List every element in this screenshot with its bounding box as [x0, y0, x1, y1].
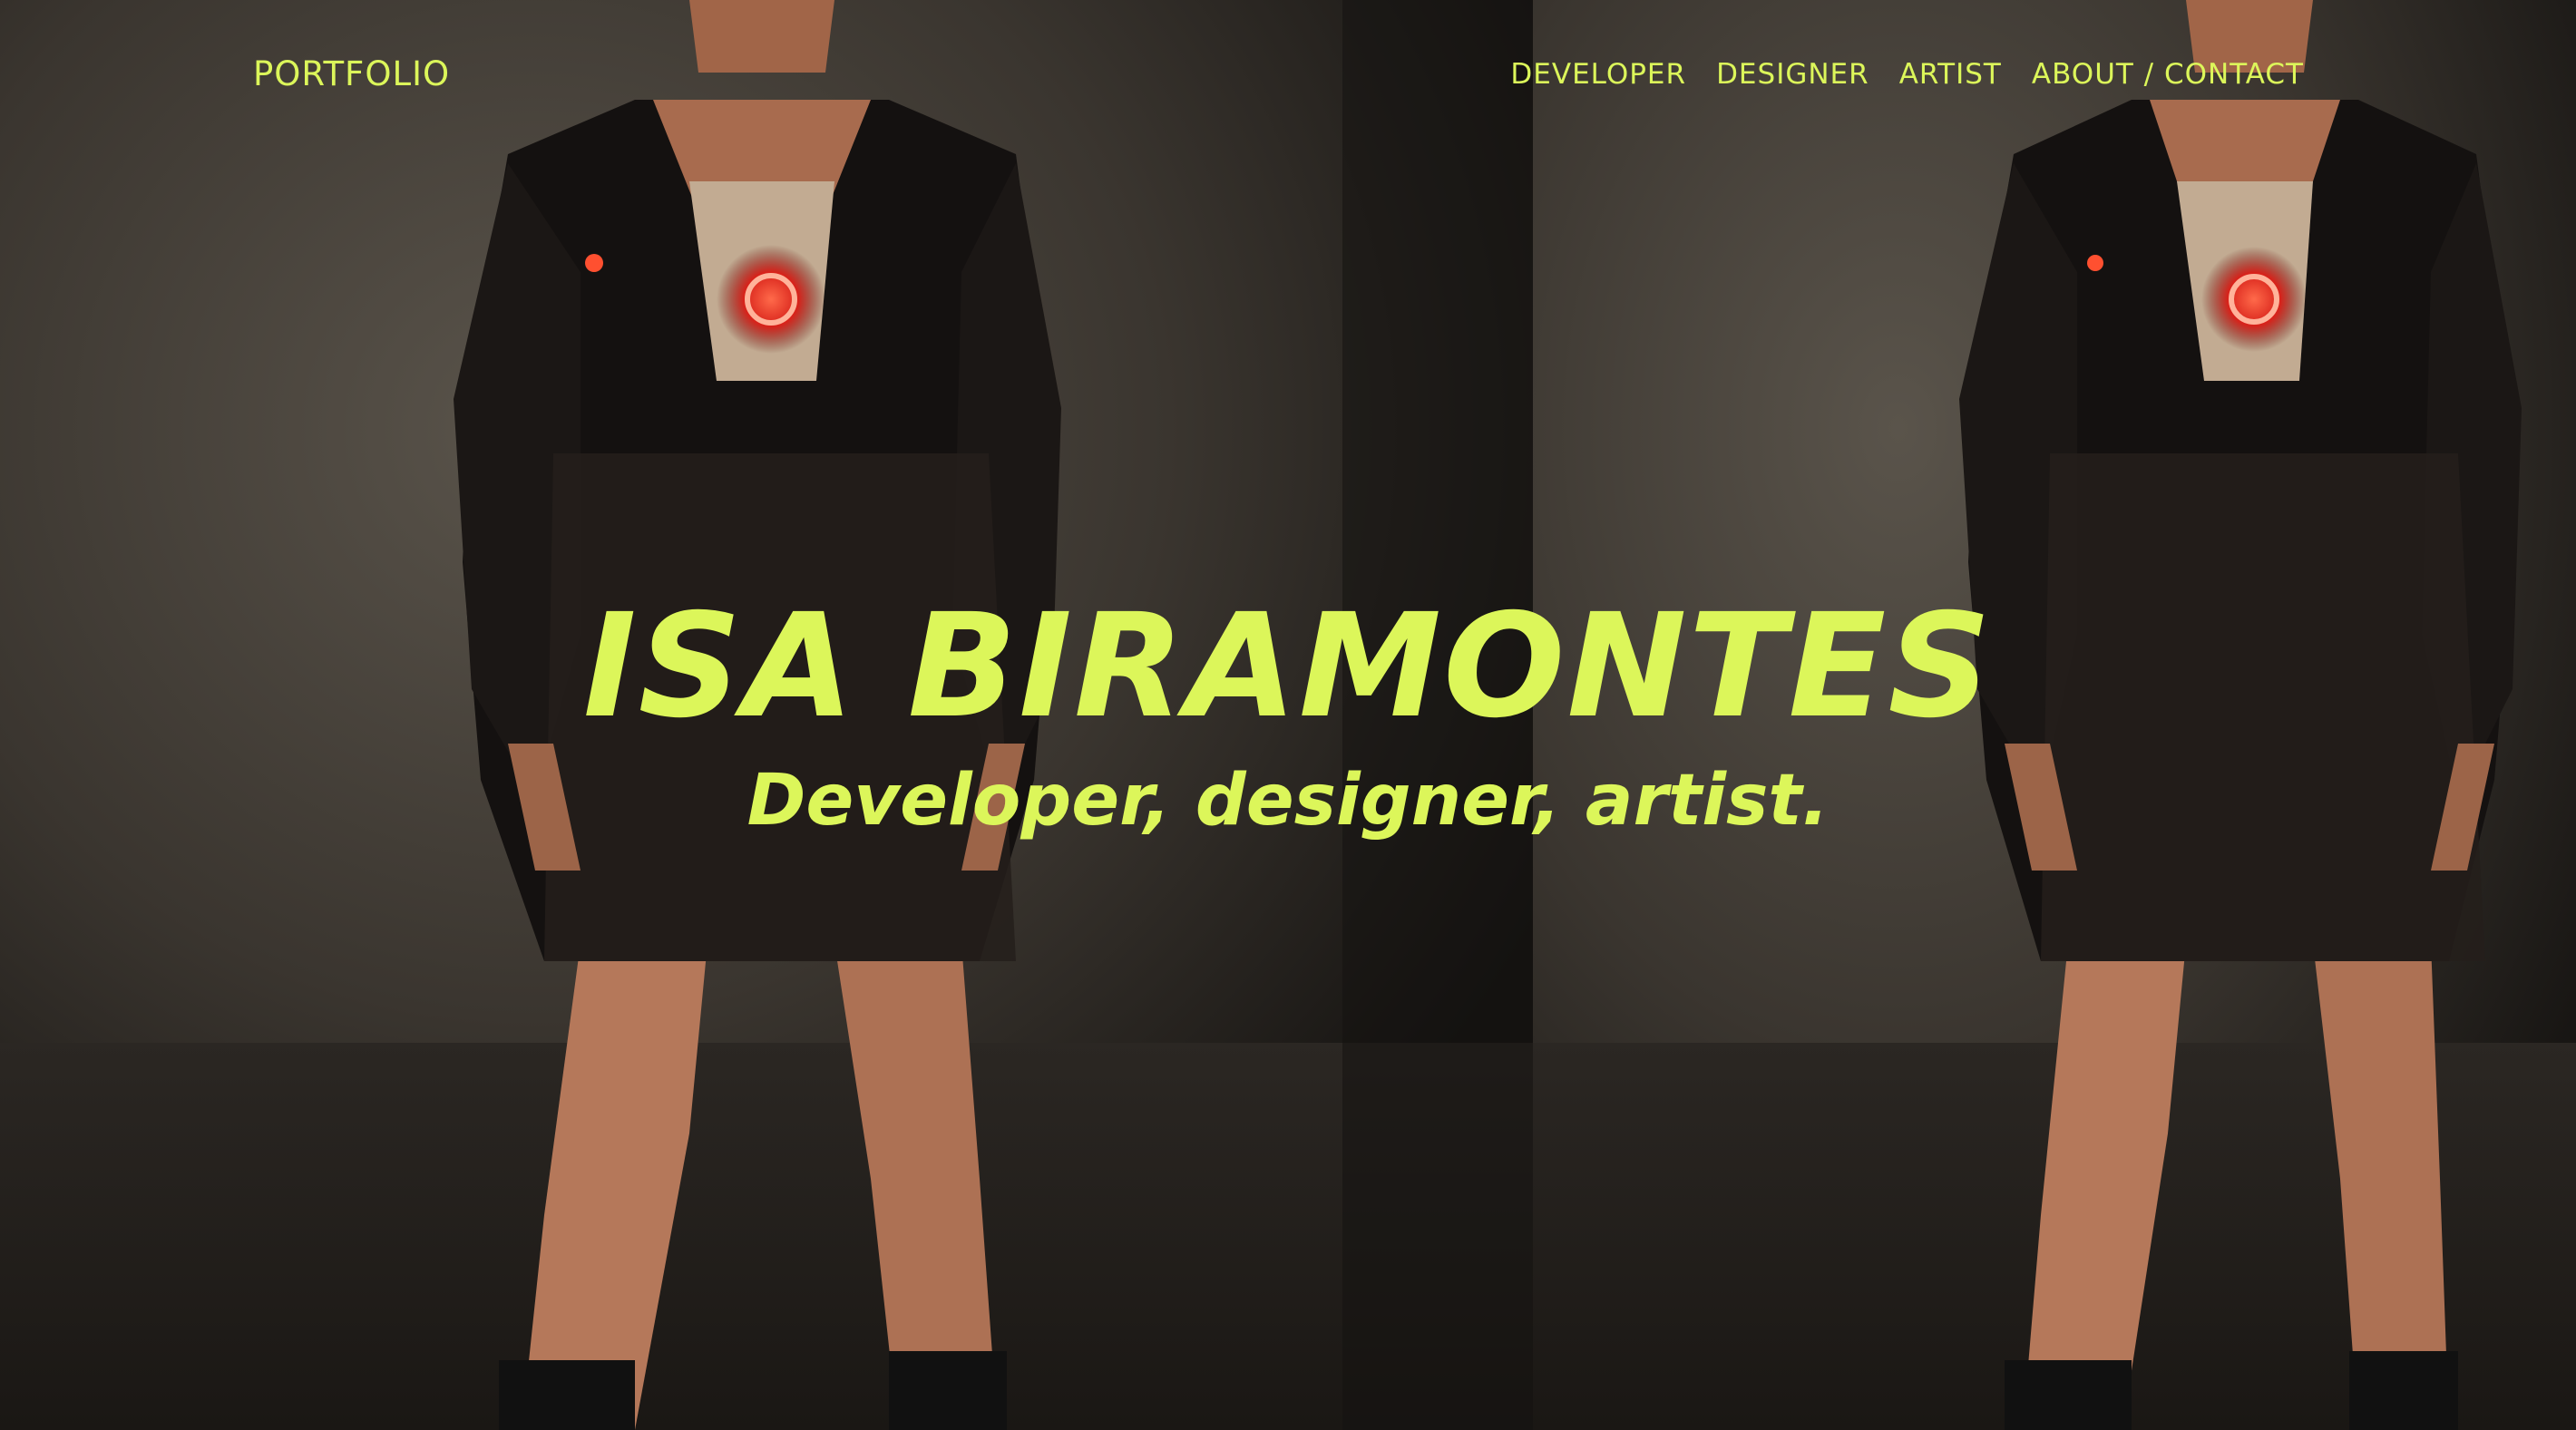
nav-about-contact[interactable]: ABOUT / CONTACT: [2032, 58, 2304, 91]
brand-link[interactable]: PORTFOLIO: [253, 54, 450, 93]
top-nav: DEVELOPER DESIGNER ARTIST ABOUT / CONTAC…: [1510, 58, 2304, 91]
portfolio-page: PORTFOLIO DEVELOPER DESIGNER ARTIST ABOU…: [0, 0, 2576, 1430]
nav-developer[interactable]: DEVELOPER: [1510, 58, 1686, 91]
hero-subtitle: Developer, designer, artist.: [746, 760, 1830, 841]
hero-title: ISA BIRAMONTES: [582, 583, 1994, 750]
nav-designer[interactable]: DESIGNER: [1716, 58, 1869, 91]
nav-artist[interactable]: ARTIST: [1899, 58, 2002, 91]
